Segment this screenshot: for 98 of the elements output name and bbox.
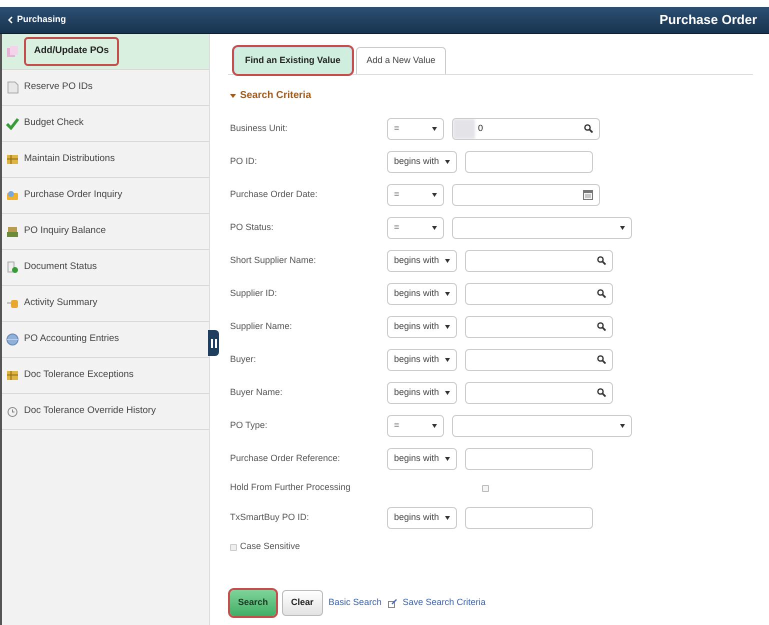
input-field[interactable]: 0 [452, 118, 600, 140]
sidebar-item-label: Doc Tolerance Override History [24, 404, 156, 418]
operator-dropdown[interactable]: begins with [387, 316, 458, 338]
field-label: Hold From Further Processing [230, 481, 352, 494]
sidebar-item-label: Activity Summary [24, 296, 98, 310]
tab[interactable]: Add a New Value [356, 47, 446, 74]
caret-down-icon [432, 192, 437, 196]
field-value: 0 [478, 122, 484, 135]
operator-dropdown[interactable]: = [387, 216, 444, 238]
sidebar-item-label: Maintain Distributions [24, 152, 115, 166]
operator-dropdown[interactable]: begins with [387, 382, 458, 404]
checkmark-icon [6, 117, 19, 130]
field-label: Business Unit: [230, 122, 289, 135]
dropdown-field[interactable] [452, 216, 632, 238]
globe-icon [6, 333, 19, 346]
link[interactable]: Save Search Criteria [402, 596, 486, 610]
back-link[interactable]: Purchasing [8, 13, 66, 27]
collapse-handle[interactable] [208, 330, 219, 356]
grid-icon [6, 153, 19, 166]
operator-dropdown[interactable]: begins with [387, 448, 458, 470]
caret-down-icon [230, 92, 236, 98]
caret-down-icon [445, 516, 450, 520]
caret-down-icon [432, 226, 437, 230]
field-label: TxSmartBuy PO ID: [230, 510, 310, 524]
input-field[interactable] [452, 184, 600, 206]
operator-dropdown[interactable]: begins with [387, 250, 458, 272]
section-toggle[interactable]: Search Criteria [230, 88, 312, 103]
operator-dropdown[interactable]: begins with [387, 282, 458, 304]
caret-down-icon [620, 226, 625, 230]
sidebar-item[interactable]: Add/Update POs [2, 34, 209, 70]
checkbox[interactable] [482, 484, 489, 492]
sidebar-item-label: Purchase Order Inquiry [24, 188, 122, 202]
hand-icon [6, 297, 19, 310]
sidebar-item-label: PO Inquiry Balance [24, 224, 106, 238]
pages-icon [6, 45, 19, 58]
caret-down-icon [432, 126, 437, 130]
field-label: Purchase Order Date: [230, 188, 319, 201]
input-field[interactable] [465, 282, 614, 304]
clear-button[interactable]: Clear [282, 590, 323, 616]
calendar-icon [583, 189, 593, 200]
field-label: Buyer: [230, 352, 258, 366]
status-document-icon [6, 261, 19, 274]
field-label: PO Type: [230, 418, 268, 432]
back-chevron-icon [8, 16, 13, 24]
caret-down-icon [445, 390, 450, 394]
field-label: PO Status: [230, 220, 275, 234]
search-icon [597, 355, 606, 364]
field-label: Short Supplier Name: [230, 254, 318, 267]
input-field[interactable] [465, 448, 594, 470]
dropdown-field[interactable] [452, 414, 632, 436]
sidebar-item-label: Add/Update POs [24, 37, 119, 66]
sidebar-item-label: Doc Tolerance Exceptions [24, 368, 134, 382]
grid-icon [6, 369, 19, 382]
folder-icon [6, 189, 19, 202]
caret-down-icon [445, 258, 450, 262]
field-label: Supplier ID: [230, 286, 278, 300]
search-icon [597, 256, 606, 265]
input-field[interactable] [465, 506, 594, 528]
input-field[interactable] [465, 348, 614, 370]
search-icon [597, 322, 606, 331]
operator-dropdown[interactable]: = [387, 118, 444, 140]
operator-dropdown[interactable]: begins with [387, 150, 458, 172]
checkbox-label: Case Sensitive [240, 540, 300, 554]
search-icon [597, 289, 606, 298]
link[interactable]: Basic Search [328, 596, 382, 610]
caret-down-icon [445, 324, 450, 328]
caret-down-icon [445, 292, 450, 296]
caret-down-icon [445, 160, 450, 164]
checkbox[interactable] [230, 544, 237, 550]
input-field[interactable] [465, 250, 614, 272]
field-label: Purchase Order Reference: [230, 452, 342, 465]
document-icon [6, 81, 19, 94]
caret-down-icon [620, 424, 625, 428]
field-label: PO ID: [230, 154, 258, 168]
field-label: Buyer Name: [230, 386, 284, 399]
operator-dropdown[interactable]: begins with [387, 348, 458, 370]
operator-dropdown[interactable]: = [387, 414, 444, 436]
sidebar-item-label: Reserve PO IDs [24, 80, 93, 94]
operator-dropdown[interactable]: = [387, 184, 444, 206]
cash-register-icon [6, 225, 19, 238]
caret-down-icon [445, 358, 450, 362]
search-button[interactable]: Search [230, 590, 276, 616]
operator-dropdown[interactable]: begins with [387, 506, 458, 528]
field-label: Supplier Name: [230, 320, 294, 333]
sidebar-item-label: Budget Check [24, 116, 84, 130]
caret-down-icon [445, 456, 450, 460]
input-field[interactable] [465, 316, 614, 338]
sidebar-item-label: PO Accounting Entries [24, 332, 120, 346]
clock-icon [6, 405, 19, 418]
search-icon [584, 124, 593, 133]
sidebar-item-label: Document Status [24, 260, 97, 274]
caret-down-icon [432, 424, 437, 428]
search-icon [597, 388, 606, 397]
input-field[interactable] [465, 382, 614, 404]
tab[interactable]: Find an Existing Value [234, 47, 352, 74]
input-field[interactable] [465, 150, 594, 172]
page-title: Purchase Order [659, 11, 758, 30]
save-icon [388, 598, 397, 608]
